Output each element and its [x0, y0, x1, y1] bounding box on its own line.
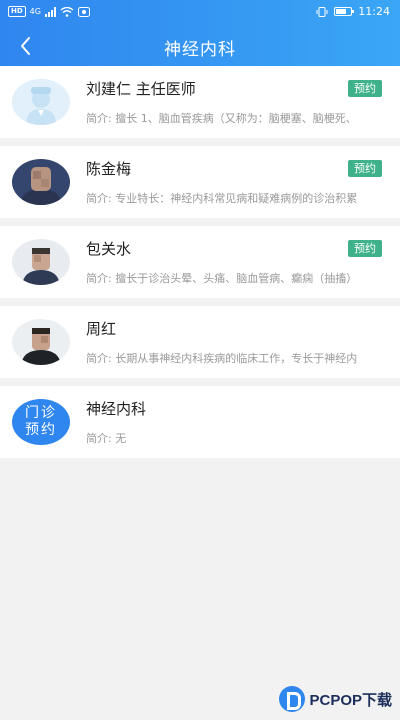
book-button[interactable]: 预约: [348, 80, 382, 97]
book-button[interactable]: 预约: [348, 240, 382, 257]
doctor-avatar: [12, 159, 70, 205]
doctor-photo: [12, 319, 70, 365]
hd-badge: HD: [8, 6, 26, 17]
app-header: 神经内科: [0, 26, 400, 66]
notification-icon: [77, 6, 90, 17]
doctor-avatar: [12, 319, 70, 365]
status-bar: HD 4G 11:24: [0, 0, 400, 26]
doctor-name: 刘建仁 主任医师: [86, 80, 196, 98]
doctor-card[interactable]: 包关水 简介: 擅长于诊治头晕、头痛、脑血管病、癫痫（抽搐） 预约: [0, 226, 400, 298]
doctor-card[interactable]: 周红 简介: 长期从事神经内科疾病的临床工作，专长于神经内: [0, 306, 400, 378]
doctor-card[interactable]: 刘建仁 主任医师 简介: 擅长 1、脑血管疾病（又称为：脑梗塞、脑梗死、 预约: [0, 66, 400, 138]
book-button[interactable]: 预约: [348, 160, 382, 177]
doctor-name: 周红: [86, 320, 117, 338]
wifi-icon: [60, 6, 74, 17]
clock: 11:24: [358, 5, 390, 18]
signal-icon: [44, 6, 56, 17]
clinic-avatar-line1: 门诊: [25, 405, 57, 421]
doctor-intro: 简介: 擅长于诊治头晕、头痛、脑血管病、癫痫（抽搐）: [86, 272, 358, 285]
status-right: 11:24: [316, 5, 390, 18]
vibrate-icon: [316, 6, 328, 17]
status-left: HD 4G: [8, 6, 90, 17]
watermark-logo-icon: [279, 686, 306, 712]
doctor-card[interactable]: 陈金梅 简介: 专业特长：神经内科常见病和疑难病例的诊治积累 预约: [0, 146, 400, 218]
page-title: 神经内科: [164, 40, 236, 60]
watermark-text: PCPOP下载: [309, 691, 392, 709]
doctor-avatar: [12, 79, 70, 125]
doctor-photo: [12, 159, 70, 205]
doctor-name: 陈金梅: [86, 160, 132, 178]
watermark: PCPOP下载: [279, 686, 392, 712]
doctor-list: 刘建仁 主任医师 简介: 擅长 1、脑血管疾病（又称为：脑梗塞、脑梗死、 预约 …: [0, 66, 400, 466]
doctor-photo: [12, 239, 70, 285]
default-doctor-icon: [12, 79, 70, 125]
doctor-intro: 简介: 长期从事神经内科疾病的临床工作，专长于神经内: [86, 352, 358, 365]
doctor-name: 包关水: [86, 240, 132, 258]
clinic-avatar-line2: 预约: [25, 422, 57, 438]
battery-icon: [334, 7, 355, 16]
doctor-intro: 简介: 擅长 1、脑血管疾病（又称为：脑梗塞、脑梗死、: [86, 112, 357, 125]
network-label: 4G: [29, 7, 41, 16]
doctor-intro: 简介: 专业特长：神经内科常见病和疑难病例的诊治积累: [86, 192, 358, 205]
clinic-card[interactable]: 门诊 预约 神经内科 简介: 无: [0, 386, 400, 458]
doctor-avatar: [12, 239, 70, 285]
clinic-name: 神经内科: [86, 400, 147, 418]
clinic-avatar: 门诊 预约: [12, 399, 70, 445]
clinic-intro: 简介: 无: [86, 432, 127, 445]
